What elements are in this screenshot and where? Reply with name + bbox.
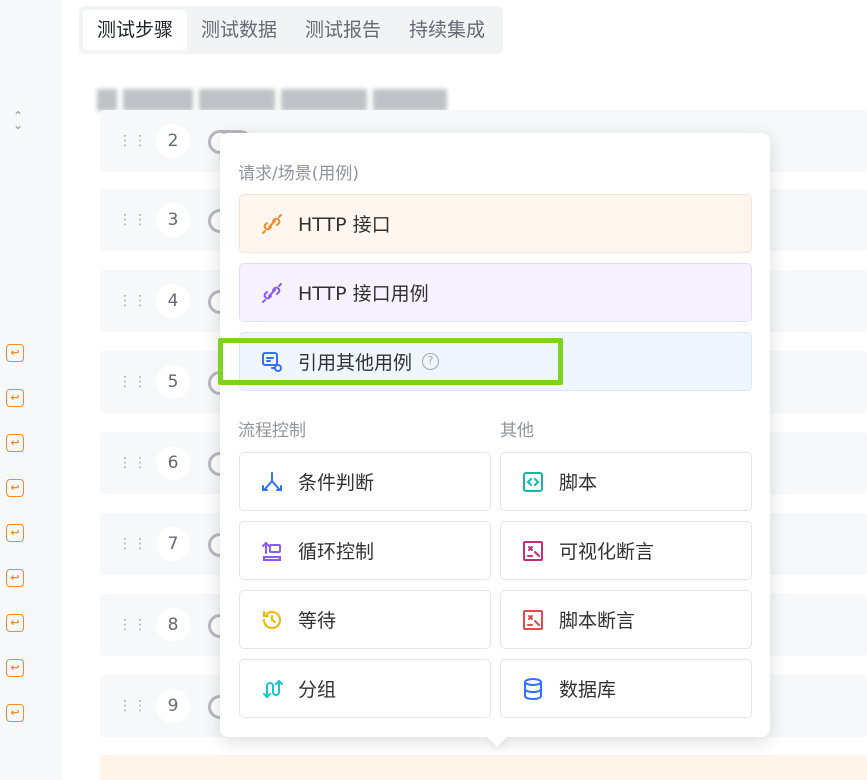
http-case-link-icon <box>260 281 284 305</box>
visual-assertion-label: 可视化断言 <box>559 541 655 563</box>
return-icon[interactable]: ↩ <box>6 434 24 452</box>
script-assertion-option[interactable]: 脚本断言 <box>500 590 752 649</box>
visual-assertion-option[interactable]: 可视化断言 <box>500 521 752 580</box>
script-option[interactable]: 脚本 <box>500 452 752 511</box>
step-number: 5 <box>156 365 190 399</box>
script-label: 脚本 <box>559 472 598 494</box>
wait-option[interactable]: 等待 <box>239 590 491 649</box>
tab-bar: 测试步骤 测试数据 测试报告 持续集成 <box>79 6 504 54</box>
loop-option[interactable]: 循环控制 <box>239 521 491 580</box>
condition-option[interactable]: 条件判断 <box>239 452 491 511</box>
drag-handle-icon[interactable]: ⋮⋮ <box>118 618 147 640</box>
reference-case-icon <box>260 350 284 374</box>
group-option[interactable]: 分组 <box>239 659 491 718</box>
step-number: 3 <box>156 203 190 237</box>
http-link-icon <box>260 212 284 236</box>
http-api-option[interactable]: HTTP 接口 <box>239 194 752 253</box>
return-icon[interactable]: ↩ <box>6 659 24 677</box>
script-assertion-label: 脚本断言 <box>559 610 636 632</box>
loop-icon <box>260 539 284 563</box>
http-case-label: HTTP 接口用例 <box>298 283 429 305</box>
reference-case-label: 引用其他用例 <box>298 352 413 374</box>
loop-label: 循环控制 <box>298 541 375 563</box>
return-icon[interactable]: ↩ <box>6 704 24 722</box>
drag-handle-icon[interactable]: ⋮⋮ <box>118 213 147 235</box>
wait-label: 等待 <box>298 610 337 632</box>
step-number: 4 <box>156 284 190 318</box>
drag-handle-icon[interactable]: ⋮⋮ <box>118 537 147 559</box>
help-question-icon[interactable]: ? <box>422 353 440 370</box>
return-icon[interactable]: ↩ <box>6 524 24 542</box>
return-icon[interactable]: ↩ <box>6 479 24 497</box>
return-icon[interactable]: ↩ <box>6 614 24 632</box>
step-number: 8 <box>156 608 190 642</box>
other-section-title: 其他 <box>500 421 534 441</box>
request-section-title: 请求/场景(用例) <box>238 164 359 184</box>
tab-test-report[interactable]: 测试报告 <box>291 10 395 50</box>
group-icon <box>260 677 284 701</box>
database-option[interactable]: 数据库 <box>500 659 752 718</box>
group-label: 分组 <box>298 679 337 701</box>
tab-test-data[interactable]: 测试数据 <box>187 10 291 50</box>
return-icon[interactable]: ↩ <box>6 389 24 407</box>
expand-collapse-icon[interactable]: ⌃ ⌄ <box>9 110 27 132</box>
step-number: 9 <box>156 689 190 723</box>
http-api-label: HTTP 接口 <box>298 214 391 236</box>
drag-handle-icon[interactable]: ⋮⋮ <box>118 699 147 721</box>
left-sidebar: ⌃ ⌄ ↩ ↩ ↩ ↩ ↩ ↩ ↩ ↩ ↩ <box>0 0 62 780</box>
step-number: 7 <box>156 527 190 561</box>
condition-label: 条件判断 <box>298 472 375 494</box>
script-code-icon <box>521 470 545 494</box>
drag-handle-icon[interactable]: ⋮⋮ <box>118 375 147 397</box>
script-assertion-icon <box>521 608 545 632</box>
branch-icon <box>260 470 284 494</box>
drag-handle-icon[interactable]: ⋮⋮ <box>118 134 147 156</box>
visual-assertion-icon <box>521 539 545 563</box>
tab-ci[interactable]: 持续集成 <box>395 10 499 50</box>
wait-clock-icon <box>260 608 284 632</box>
return-icon[interactable]: ↩ <box>6 344 24 362</box>
add-step-bar[interactable] <box>100 755 867 780</box>
step-number: 6 <box>156 446 190 480</box>
flow-control-section-title: 流程控制 <box>238 421 306 441</box>
drag-handle-icon[interactable]: ⋮⋮ <box>118 294 147 316</box>
database-label: 数据库 <box>559 679 617 701</box>
add-step-popover: 请求/场景(用例) HTTP 接口 HTTP 接口用例 引用其他用例 ? 流程控… <box>220 133 770 747</box>
http-case-option[interactable]: HTTP 接口用例 <box>239 263 752 322</box>
database-icon <box>521 677 545 701</box>
reference-case-option[interactable]: 引用其他用例 ? <box>239 332 752 391</box>
return-icon[interactable]: ↩ <box>6 569 24 587</box>
tab-test-steps[interactable]: 测试步骤 <box>83 10 188 50</box>
step-number: 2 <box>156 124 190 158</box>
drag-handle-icon[interactable]: ⋮⋮ <box>118 456 147 478</box>
